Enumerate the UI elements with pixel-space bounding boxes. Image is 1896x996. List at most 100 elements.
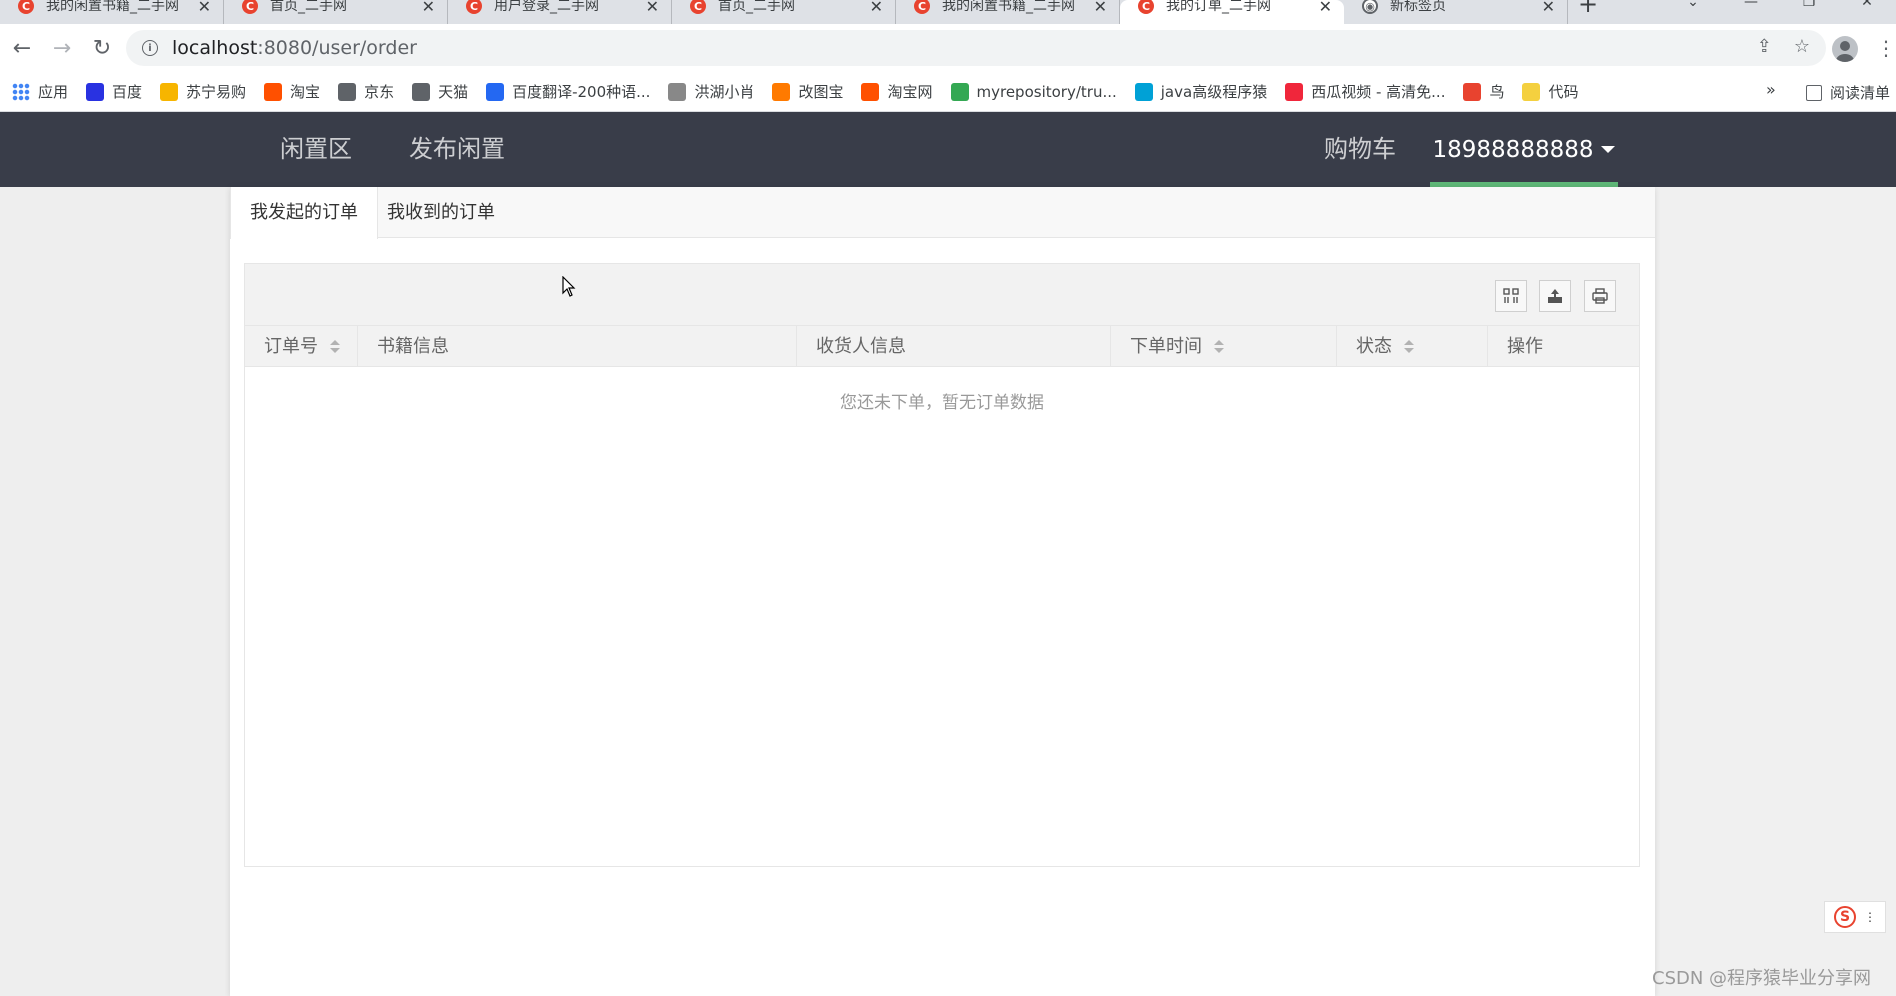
site-header: 闲置区 发布闲置 购物车 18988888888: [0, 112, 1896, 187]
star-icon[interactable]: ☆: [1794, 36, 1810, 57]
bookmark-item[interactable]: myrepository/tru...: [950, 82, 1117, 101]
nav-cart[interactable]: 购物车: [1324, 112, 1396, 187]
columns-icon[interactable]: [1495, 280, 1527, 312]
th-book-info: 书籍信息: [358, 326, 797, 367]
bookmark-label: 天猫: [438, 83, 469, 101]
close-icon[interactable]: ✕: [422, 0, 435, 16]
caret-down-icon: [1601, 146, 1616, 153]
reload-icon[interactable]: ↻: [82, 28, 122, 68]
bookmark-item[interactable]: 百度: [86, 81, 142, 102]
th-order-time[interactable]: 下单时间: [1111, 326, 1337, 367]
bookmark-label: 代码: [1548, 83, 1579, 101]
new-tab-button[interactable]: +: [1568, 0, 1608, 18]
sort-icon[interactable]: [1214, 340, 1224, 353]
mouse-cursor-icon: [562, 276, 576, 297]
bookmarks-more-icon[interactable]: »: [1766, 80, 1776, 99]
browser-toolbar: ← → ↻ i localhost:8080/user/order ⇪ ☆ ⋮: [0, 24, 1896, 72]
bookmark-item[interactable]: 天猫: [412, 81, 468, 102]
tab-title: 我的闲置书籍_二手网: [46, 0, 179, 14]
close-window-icon[interactable]: ✕: [1838, 0, 1896, 24]
th-receiver-info: 收货人信息: [797, 326, 1111, 367]
table-toolbar: [245, 264, 1639, 326]
close-icon[interactable]: ✕: [1094, 0, 1107, 16]
bookmark-label: 鸟: [1489, 83, 1505, 101]
back-icon[interactable]: ←: [2, 28, 42, 68]
bookmark-label: 淘宝网: [887, 83, 933, 101]
nav-publish-idle[interactable]: 发布闲置: [409, 112, 505, 187]
th-order-id[interactable]: 订单号: [245, 326, 358, 367]
profile-icon[interactable]: [1832, 36, 1858, 62]
bookmark-favicon-icon: [1285, 82, 1304, 101]
bookmark-item[interactable]: 代码: [1522, 81, 1579, 102]
bookmark-favicon-icon: [1134, 82, 1153, 101]
empty-state-text: 您还未下单，暂无订单数据: [840, 393, 1044, 413]
browser-tab[interactable]: C 我的闲置书籍_二手网 ✕: [896, 0, 1120, 24]
bookmark-item[interactable]: 京东: [338, 81, 394, 102]
sort-icon[interactable]: [330, 340, 340, 353]
share-icon[interactable]: ⇪: [1757, 36, 1772, 57]
print-icon[interactable]: [1584, 280, 1616, 312]
browser-tab-active[interactable]: C 我的订单_二手网 ✕: [1120, 0, 1344, 24]
bookmark-label: 京东: [364, 83, 395, 101]
url-text[interactable]: localhost:8080/user/order: [172, 37, 417, 59]
floating-input-widget[interactable]: S ⋮: [1824, 901, 1886, 933]
close-icon[interactable]: ✕: [198, 0, 211, 16]
bookmark-favicon-icon: [668, 82, 687, 101]
browser-tab[interactable]: C 我的闲置书籍_二手网 ✕: [0, 0, 224, 24]
bookmark-label: java高级程序猿: [1160, 83, 1268, 101]
bookmark-item[interactable]: 百度翻译-200种语...: [486, 81, 650, 102]
reading-list-button[interactable]: 阅读清单: [1806, 82, 1890, 103]
info-icon[interactable]: i: [142, 40, 158, 56]
minimize-icon[interactable]: —: [1722, 0, 1780, 24]
nav-idle-zone[interactable]: 闲置区: [280, 112, 352, 187]
bookmark-favicon-icon: [1522, 82, 1541, 101]
tab-search-icon[interactable]: ⌄: [1664, 0, 1722, 24]
bookmark-item[interactable]: 应用: [12, 81, 68, 102]
address-bar[interactable]: i localhost:8080/user/order ⇪ ☆: [126, 30, 1826, 66]
tab-my-orders[interactable]: 我发起的订单: [230, 187, 378, 239]
bookmark-item[interactable]: 西瓜视频 - 高清免...: [1285, 81, 1445, 102]
page-background-right: [1655, 187, 1896, 996]
url-path: :8080/user/order: [257, 37, 417, 59]
bookmark-label: 改图宝: [798, 83, 844, 101]
bookmark-item[interactable]: java高级程序猿: [1134, 81, 1268, 102]
close-icon[interactable]: ✕: [1542, 0, 1555, 16]
c-logo-icon: C: [466, 0, 482, 14]
bookmark-item[interactable]: 改图宝: [772, 81, 843, 102]
browser-tab[interactable]: C 首页_二手网 ✕: [224, 0, 448, 24]
c-logo-icon: C: [690, 0, 706, 14]
bookmark-item[interactable]: 苏宁易购: [160, 81, 246, 102]
close-icon[interactable]: ✕: [646, 0, 659, 16]
bookmarks-bar: 应用 百度 苏宁易购 淘宝 京东 天猫 百度翻译-200种语... 洪湖小肖 改图宝 淘宝网 myr…: [0, 72, 1896, 112]
bookmark-favicon-icon: [1463, 82, 1482, 101]
bookmark-favicon-icon: [264, 82, 283, 101]
bookmark-item[interactable]: 淘宝: [264, 81, 320, 102]
th-status[interactable]: 状态: [1337, 326, 1488, 367]
user-menu[interactable]: 18988888888: [1430, 112, 1618, 187]
tab-title: 我的订单_二手网: [1166, 0, 1271, 14]
close-icon[interactable]: ✕: [1319, 0, 1332, 16]
tab-received-orders[interactable]: 我收到的订单: [368, 187, 514, 238]
browser-tab[interactable]: ◉ 新标签页 ✕: [1344, 0, 1568, 24]
forward-icon[interactable]: →: [42, 28, 82, 68]
more-dots-icon[interactable]: ⋮: [1864, 911, 1876, 923]
tab-title: 首页_二手网: [270, 0, 347, 14]
bookmark-favicon-icon: [861, 82, 880, 101]
sort-icon[interactable]: [1404, 340, 1414, 353]
export-icon[interactable]: [1539, 280, 1571, 312]
bookmark-item[interactable]: 洪湖小肖: [668, 81, 754, 102]
orders-table: 订单号 书籍信息 收货人信息 下单时间 状态 操作 您还未下单，暂无订单数据: [244, 263, 1640, 867]
menu-kebab-icon[interactable]: ⋮: [1876, 36, 1896, 60]
browser-tab[interactable]: C 首页_二手网 ✕: [672, 0, 896, 24]
bookmark-label: 百度翻译-200种语...: [512, 83, 651, 101]
bookmark-item[interactable]: 淘宝网: [861, 81, 933, 102]
reading-list-label: 阅读清单: [1830, 84, 1891, 102]
th-label: 下单时间: [1130, 336, 1202, 357]
bookmark-favicon-icon: [950, 82, 969, 101]
browser-tab[interactable]: C 用户登录_二手网 ✕: [448, 0, 672, 24]
bookmark-item[interactable]: 鸟: [1463, 81, 1504, 102]
restore-icon[interactable]: ❐: [1780, 0, 1838, 24]
s-logo-icon: S: [1834, 906, 1856, 928]
close-icon[interactable]: ✕: [870, 0, 883, 16]
bookmark-favicon-icon: [86, 82, 105, 101]
